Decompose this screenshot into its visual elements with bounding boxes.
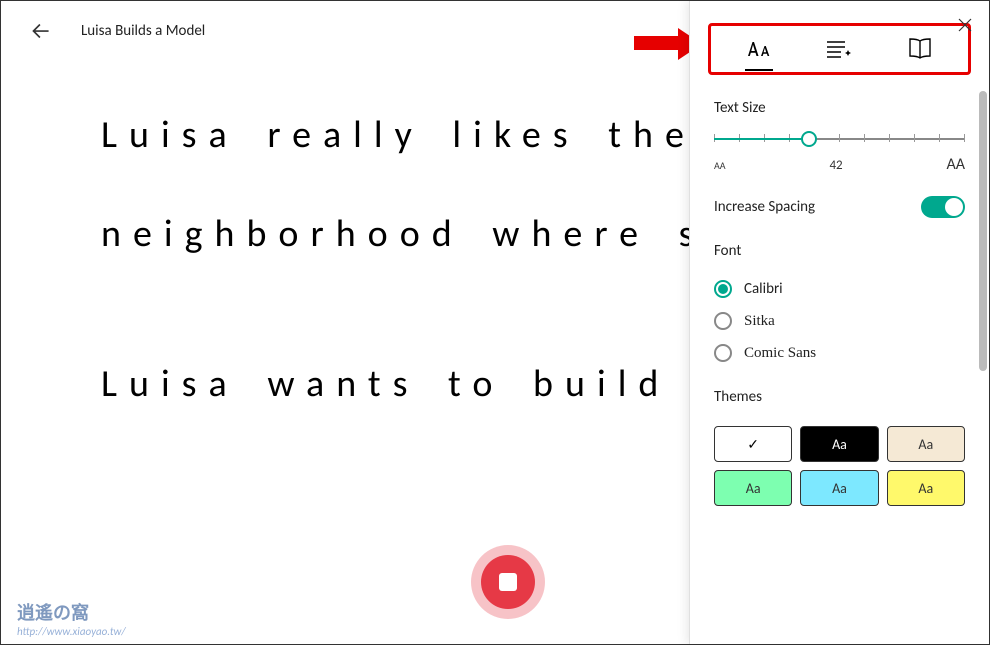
font-radio-group: Calibri Sitka Comic Sans: [690, 272, 989, 362]
toggle-knob: [945, 198, 963, 216]
tab-grammar-options[interactable]: [819, 29, 859, 69]
lines-sparkle-icon: [825, 38, 853, 60]
text-size-section: Text Size AA 42 AA: [690, 75, 989, 174]
themes-label: Themes: [714, 388, 965, 406]
close-button[interactable]: [953, 13, 977, 37]
theme-swatch-3[interactable]: Aa: [714, 470, 792, 506]
settings-panel: Text Size AA 42 AA Increase Spacing Font…: [689, 1, 989, 644]
themes-grid: ✓AaAaAaAaAa: [690, 418, 989, 514]
theme-swatch-5[interactable]: Aa: [887, 470, 965, 506]
theme-swatch-2[interactable]: Aa: [887, 426, 965, 462]
font-label: Font: [714, 242, 965, 260]
font-option-comic-sans[interactable]: Comic Sans: [714, 344, 965, 362]
page-title: Luisa Builds a Model: [81, 22, 205, 40]
radio-icon: [714, 280, 732, 298]
theme-swatch-0[interactable]: ✓: [714, 426, 792, 462]
spacing-label: Increase Spacing: [714, 198, 815, 216]
back-arrow-icon: [28, 18, 54, 44]
tab-text-preferences[interactable]: [739, 29, 779, 69]
text-size-label: Text Size: [714, 99, 965, 117]
theme-swatch-4[interactable]: Aa: [800, 470, 878, 506]
spacing-row: Increase Spacing: [690, 174, 989, 218]
radio-icon: [714, 344, 732, 362]
stop-icon: [499, 573, 517, 591]
tab-reading-preferences[interactable]: [900, 29, 940, 69]
font-option-label: Calibri: [744, 280, 783, 298]
scrollbar[interactable]: [979, 91, 987, 371]
font-option-calibri[interactable]: Calibri: [714, 280, 965, 298]
text-size-value: 42: [829, 158, 842, 173]
panel-tabs: [708, 23, 971, 75]
watermark: 逍遙の窩 http://www.xiaoyao.tw/: [17, 603, 126, 638]
themes-section: Themes: [690, 376, 989, 406]
font-option-sitka[interactable]: Sitka: [714, 312, 965, 330]
text-size-icon: [744, 37, 774, 61]
large-text-icon: AA: [946, 155, 965, 174]
text-size-slider[interactable]: [714, 129, 965, 149]
font-option-label: Sitka: [744, 313, 775, 330]
small-text-icon: AA: [714, 159, 726, 172]
stop-button[interactable]: [481, 555, 535, 609]
back-button[interactable]: [21, 11, 61, 51]
theme-swatch-1[interactable]: Aa: [800, 426, 878, 462]
book-icon: [906, 37, 934, 61]
slider-thumb[interactable]: [801, 131, 817, 147]
spacing-toggle[interactable]: [921, 196, 965, 218]
font-section: Font: [690, 218, 989, 260]
close-icon: [957, 17, 973, 33]
radio-icon: [714, 312, 732, 330]
font-option-label: Comic Sans: [744, 345, 816, 362]
